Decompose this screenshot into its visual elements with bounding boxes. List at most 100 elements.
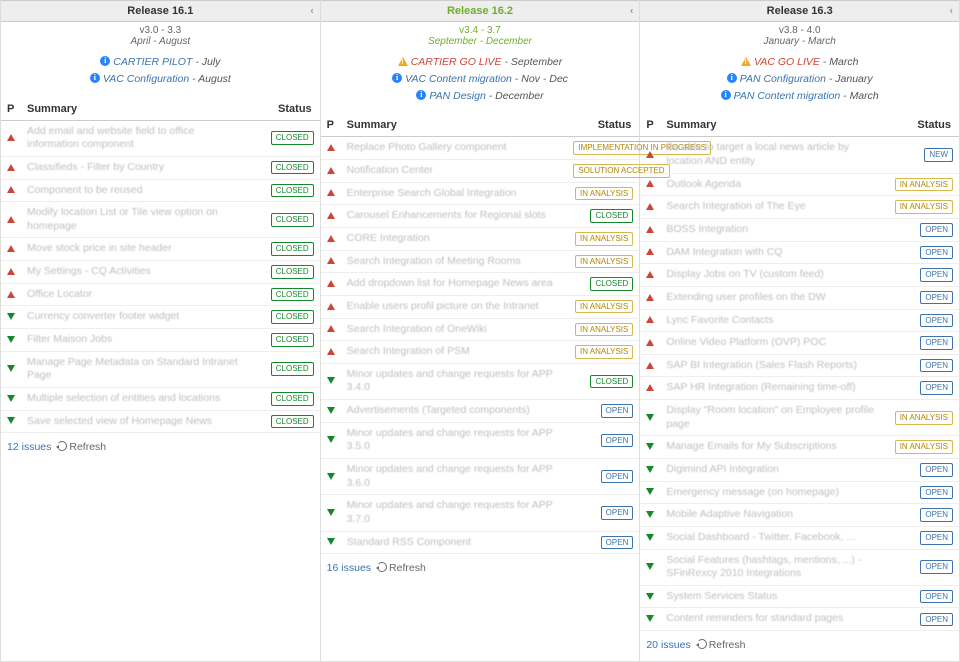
table-row[interactable]: Minor updates and change requests for AP… <box>321 422 640 458</box>
summary-cell[interactable]: Search Integration of Meeting Rooms <box>341 250 568 273</box>
summary-cell[interactable]: Search Integration of PSM <box>341 341 568 364</box>
summary-cell[interactable]: Filter Maison Jobs <box>21 329 248 352</box>
table-row[interactable]: Notification CenterSOLUTION ACCEPTED <box>321 160 640 183</box>
summary-cell[interactable]: Manage Emails for My Subscriptions <box>660 436 887 459</box>
table-row[interactable]: Lync Favorite ContactsOPEN <box>640 309 959 332</box>
table-row[interactable]: Currency converter footer widgetCLOSED <box>1 306 320 329</box>
table-row[interactable]: BOSS IntegrationOPEN <box>640 218 959 241</box>
summary-cell[interactable]: SAP BI Integration (Sales Flash Reports) <box>660 354 887 377</box>
collapse-icon[interactable]: ‹ <box>630 6 633 17</box>
summary-cell[interactable]: Move stock price in site header <box>21 238 248 261</box>
summary-cell[interactable]: Office Locator <box>21 283 248 306</box>
table-row[interactable]: Add email and website field to office in… <box>1 120 320 156</box>
table-row[interactable]: Filter Maison JobsCLOSED <box>1 329 320 352</box>
table-row[interactable]: Emergency message (on homepage)OPEN <box>640 481 959 504</box>
summary-cell[interactable]: Multiple selection of entities and locat… <box>21 387 248 410</box>
table-row[interactable]: Mobile Adaptive NavigationOPEN <box>640 504 959 527</box>
summary-cell[interactable]: Notification Center <box>341 160 568 183</box>
issue-count[interactable]: 12 <box>7 441 19 453</box>
table-row[interactable]: My Settings - CQ ActivitiesCLOSED <box>1 261 320 284</box>
summary-cell[interactable]: Emergency message (on homepage) <box>660 481 887 504</box>
summary-cell[interactable]: Search Integration of OneWiki <box>341 318 568 341</box>
table-row[interactable]: Multiple selection of entities and locat… <box>1 387 320 410</box>
summary-cell[interactable]: Manage Page Metadata on Standard Intrane… <box>21 351 248 387</box>
summary-cell[interactable]: Component to be reused <box>21 179 248 202</box>
summary-cell[interactable]: Minor updates and change requests for AP… <box>341 422 568 458</box>
summary-cell[interactable]: Online Video Platform (OVP) POC <box>660 332 887 355</box>
table-row[interactable]: Display Jobs on TV (custom feed)OPEN <box>640 264 959 287</box>
table-row[interactable]: Display "Room location" on Employee prof… <box>640 400 959 436</box>
collapse-icon[interactable]: ‹ <box>950 6 953 17</box>
summary-cell[interactable]: Display "Room location" on Employee prof… <box>660 400 887 436</box>
table-row[interactable]: Search Integration of OneWikiIN ANALYSIS <box>321 318 640 341</box>
issue-count[interactable]: 20 <box>646 639 658 651</box>
table-row[interactable]: Extending user profiles on the DWOPEN <box>640 286 959 309</box>
column-header-status[interactable]: Status <box>248 98 320 121</box>
table-row[interactable]: Office LocatorCLOSED <box>1 283 320 306</box>
summary-cell[interactable]: DAM Integration with CQ <box>660 241 887 264</box>
summary-cell[interactable]: Carousel Enhancements for Regional slots <box>341 205 568 228</box>
summary-cell[interactable]: Enable users profil picture on the Intra… <box>341 295 568 318</box>
summary-cell[interactable]: Advertisements (Targeted components) <box>341 400 568 423</box>
summary-cell[interactable]: My Settings - CQ Activities <box>21 261 248 284</box>
table-row[interactable]: Search Integration of PSMIN ANALYSIS <box>321 341 640 364</box>
summary-cell[interactable]: Standard RSS Component <box>341 531 568 554</box>
table-row[interactable]: System Services StatusOPEN <box>640 585 959 608</box>
table-row[interactable]: Minor updates and change requests for AP… <box>321 459 640 495</box>
summary-cell[interactable]: Add email and website field to office in… <box>21 120 248 156</box>
refresh-button[interactable]: Refresh <box>697 639 746 651</box>
table-row[interactable]: Manage Emails for My SubscriptionsIN ANA… <box>640 436 959 459</box>
summary-cell[interactable]: Add dropdown list for Homepage News area <box>341 273 568 296</box>
summary-cell[interactable]: Enterprise Search Global Integration <box>341 182 568 205</box>
summary-cell[interactable]: Classifieds - Filter by Country <box>21 156 248 179</box>
table-row[interactable]: Social Features (hashtags, mentions, ...… <box>640 549 959 585</box>
table-row[interactable]: DAM Integration with CQOPEN <box>640 241 959 264</box>
summary-cell[interactable]: Be able to target a local news article b… <box>660 137 887 173</box>
summary-cell[interactable]: Currency converter footer widget <box>21 306 248 329</box>
table-row[interactable]: Online Video Platform (OVP) POCOPEN <box>640 332 959 355</box>
summary-cell[interactable]: System Services Status <box>660 585 887 608</box>
table-row[interactable]: Replace Photo Gallery componentIMPLEMENT… <box>321 137 640 160</box>
summary-cell[interactable]: Minor updates and change requests for AP… <box>341 363 568 399</box>
table-row[interactable]: Add dropdown list for Homepage News area… <box>321 273 640 296</box>
summary-cell[interactable]: Save selected view of Homepage News <box>21 410 248 433</box>
table-row[interactable]: Move stock price in site headerCLOSED <box>1 238 320 261</box>
table-row[interactable]: Be able to target a local news article b… <box>640 137 959 173</box>
table-row[interactable]: Carousel Enhancements for Regional slots… <box>321 205 640 228</box>
summary-cell[interactable]: Social Dashboard - Twitter, Facebook, ..… <box>660 526 887 549</box>
table-row[interactable]: Classifieds - Filter by CountryCLOSED <box>1 156 320 179</box>
summary-cell[interactable]: BOSS Integration <box>660 218 887 241</box>
table-row[interactable]: Outlook AgendaIN ANALYSIS <box>640 173 959 196</box>
table-row[interactable]: Manage Page Metadata on Standard Intrane… <box>1 351 320 387</box>
table-row[interactable]: Content reminders for standard pagesOPEN <box>640 608 959 631</box>
summary-cell[interactable]: Mobile Adaptive Navigation <box>660 504 887 527</box>
column-header-p[interactable]: P <box>640 114 660 137</box>
summary-cell[interactable]: Display Jobs on TV (custom feed) <box>660 264 887 287</box>
table-row[interactable]: CORE IntegrationIN ANALYSIS <box>321 227 640 250</box>
refresh-button[interactable]: Refresh <box>377 562 426 574</box>
table-row[interactable]: Digimind API IntegrationOPEN <box>640 459 959 482</box>
table-row[interactable]: Social Dashboard - Twitter, Facebook, ..… <box>640 526 959 549</box>
table-row[interactable]: Modify location List or Tile view option… <box>1 202 320 238</box>
column-header-status[interactable]: Status <box>567 114 639 137</box>
table-row[interactable]: Standard RSS ComponentOPEN <box>321 531 640 554</box>
column-header-p[interactable]: P <box>1 98 21 121</box>
summary-cell[interactable]: Search Integration of The Eye <box>660 196 887 219</box>
table-row[interactable]: SAP BI Integration (Sales Flash Reports)… <box>640 354 959 377</box>
summary-cell[interactable]: Social Features (hashtags, mentions, ...… <box>660 549 887 585</box>
table-row[interactable]: Save selected view of Homepage NewsCLOSE… <box>1 410 320 433</box>
summary-cell[interactable]: Lync Favorite Contacts <box>660 309 887 332</box>
table-row[interactable]: Minor updates and change requests for AP… <box>321 363 640 399</box>
summary-cell[interactable]: CORE Integration <box>341 227 568 250</box>
summary-cell[interactable]: Replace Photo Gallery component <box>341 137 568 160</box>
summary-cell[interactable]: SAP HR Integration (Remaining time-off) <box>660 377 887 400</box>
summary-cell[interactable]: Minor updates and change requests for AP… <box>341 495 568 531</box>
table-row[interactable]: Minor updates and change requests for AP… <box>321 495 640 531</box>
table-row[interactable]: Component to be reusedCLOSED <box>1 179 320 202</box>
summary-cell[interactable]: Digimind API Integration <box>660 459 887 482</box>
refresh-button[interactable]: Refresh <box>57 441 106 453</box>
summary-cell[interactable]: Outlook Agenda <box>660 173 887 196</box>
summary-cell[interactable]: Minor updates and change requests for AP… <box>341 459 568 495</box>
table-row[interactable]: Search Integration of Meeting RoomsIN AN… <box>321 250 640 273</box>
table-row[interactable]: Enable users profil picture on the Intra… <box>321 295 640 318</box>
